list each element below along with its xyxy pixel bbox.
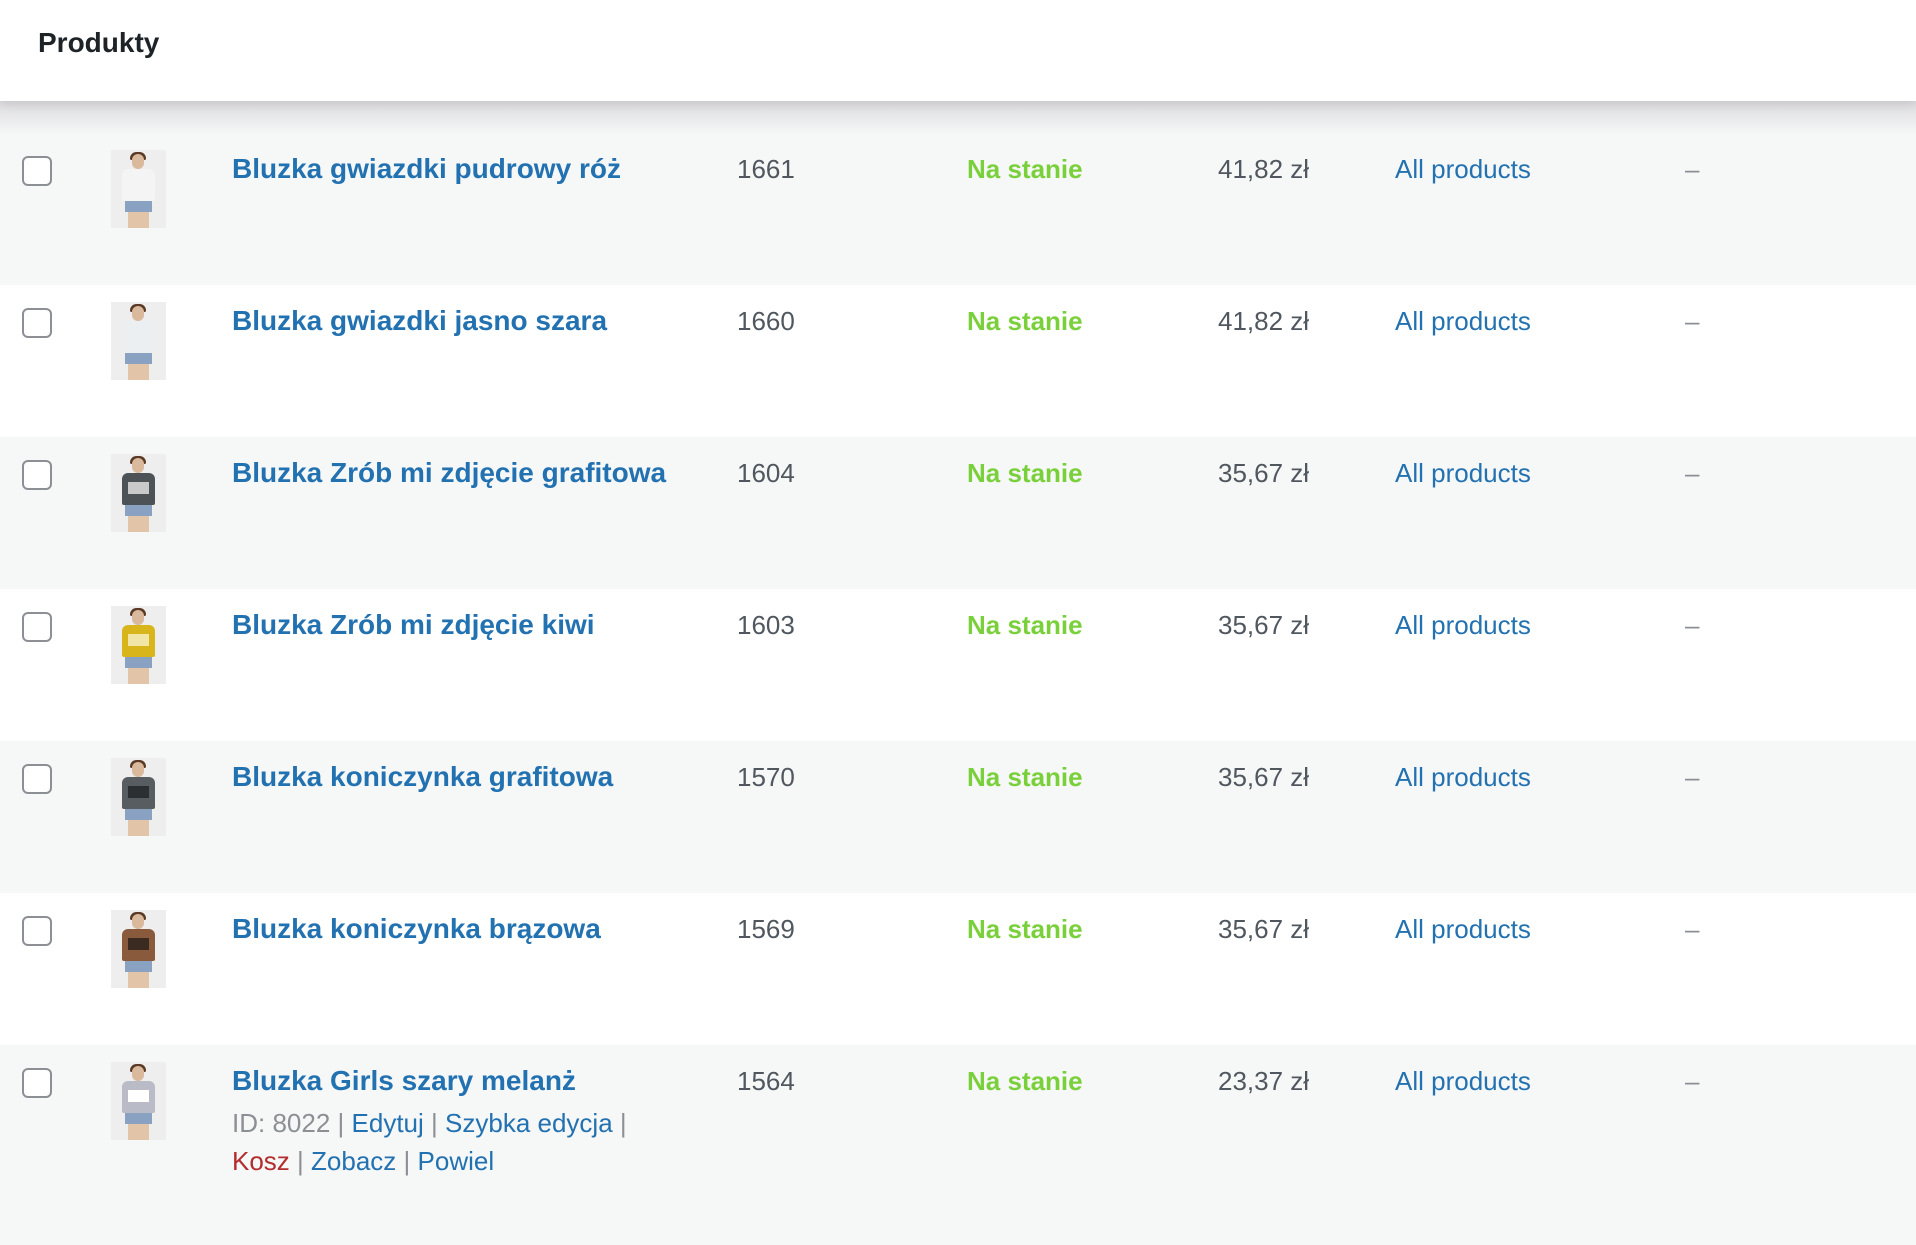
- row-checkbox[interactable]: [22, 612, 52, 642]
- action-separator: |: [337, 1108, 345, 1138]
- product-tags: –: [1685, 458, 1700, 488]
- product-tags: –: [1685, 306, 1700, 336]
- duplicate-link[interactable]: Powiel: [418, 1146, 495, 1176]
- product-tags: –: [1685, 914, 1700, 944]
- stock-status: Na stanie: [967, 762, 1083, 792]
- action-separator: |: [431, 1108, 438, 1138]
- product-name-link[interactable]: Bluzka koniczynka grafitowa: [232, 760, 613, 794]
- category-link[interactable]: All products: [1395, 304, 1531, 338]
- product-price: 35,67 zł: [1218, 610, 1310, 640]
- product-price: 41,82 zł: [1218, 306, 1310, 336]
- table-row: Bluzka Girls szary melanż ID: 8022 | Edy…: [0, 1045, 1916, 1245]
- row-checkbox[interactable]: [22, 460, 52, 490]
- category-link[interactable]: All products: [1395, 1064, 1531, 1098]
- stock-status: Na stanie: [967, 458, 1083, 488]
- stock-status: Na stanie: [967, 1066, 1083, 1096]
- product-price: 35,67 zł: [1218, 762, 1310, 792]
- page-title: Produkty: [38, 27, 160, 58]
- products-table: Bluzka gwiazdki pudrowy róż 1661 Na stan…: [0, 101, 1916, 1245]
- stock-status: Na stanie: [967, 914, 1083, 944]
- category-link[interactable]: All products: [1395, 760, 1531, 794]
- product-name-link[interactable]: Bluzka Zrób mi zdjęcie kiwi: [232, 608, 595, 642]
- product-sku: 1564: [737, 1066, 795, 1096]
- row-checkbox[interactable]: [22, 1068, 52, 1098]
- table-row: Bluzka Zrób mi zdjęcie grafitowa 1604 Na…: [0, 437, 1916, 589]
- product-thumbnail[interactable]: [111, 910, 166, 988]
- action-separator: |: [403, 1146, 411, 1176]
- product-sku: 1570: [737, 762, 795, 792]
- stock-status: Na stanie: [967, 306, 1083, 336]
- header-shadow: [0, 101, 1916, 135]
- product-thumbnail[interactable]: [111, 606, 166, 684]
- product-sku: 1660: [737, 306, 795, 336]
- product-price: 41,82 zł: [1218, 154, 1310, 184]
- product-thumbnail[interactable]: [111, 454, 166, 532]
- table-row: Bluzka koniczynka grafitowa 1570 Na stan…: [0, 741, 1916, 893]
- table-row: Bluzka Zrób mi zdjęcie kiwi 1603 Na stan…: [0, 589, 1916, 741]
- product-thumbnail[interactable]: [111, 150, 166, 228]
- product-tags: –: [1685, 154, 1700, 184]
- product-name-link[interactable]: Bluzka koniczynka brązowa: [232, 912, 601, 946]
- product-tags: –: [1685, 610, 1700, 640]
- category-link[interactable]: All products: [1395, 912, 1531, 946]
- product-thumbnail[interactable]: [111, 302, 166, 380]
- stock-status: Na stanie: [967, 610, 1083, 640]
- product-name-link[interactable]: Bluzka gwiazdki pudrowy róż: [232, 152, 621, 186]
- product-name-link[interactable]: Bluzka Zrób mi zdjęcie grafitowa: [232, 456, 666, 490]
- product-sku: 1661: [737, 154, 795, 184]
- product-tags: –: [1685, 762, 1700, 792]
- table-row: Bluzka koniczynka brązowa 1569 Na stanie…: [0, 893, 1916, 1045]
- product-price: 35,67 zł: [1218, 458, 1310, 488]
- product-id: ID: 8022: [232, 1108, 331, 1138]
- product-thumbnail[interactable]: [111, 1062, 166, 1140]
- product-sku: 1603: [737, 610, 795, 640]
- action-separator: |: [619, 1108, 627, 1138]
- stock-status: Na stanie: [967, 154, 1083, 184]
- quick-edit-link[interactable]: Szybka edycja: [445, 1108, 613, 1138]
- product-name-link[interactable]: Bluzka gwiazdki jasno szara: [232, 304, 607, 338]
- page-header: Produkty: [0, 0, 1916, 101]
- product-sku: 1569: [737, 914, 795, 944]
- category-link[interactable]: All products: [1395, 456, 1531, 490]
- row-checkbox[interactable]: [22, 916, 52, 946]
- action-separator: |: [297, 1146, 304, 1176]
- product-price: 23,37 zł: [1218, 1066, 1310, 1096]
- category-link[interactable]: All products: [1395, 608, 1531, 642]
- view-link[interactable]: Zobacz: [311, 1146, 396, 1176]
- category-link[interactable]: All products: [1395, 152, 1531, 186]
- trash-link[interactable]: Kosz: [232, 1146, 290, 1176]
- table-row: Bluzka gwiazdki jasno szara 1660 Na stan…: [0, 285, 1916, 437]
- product-price: 35,67 zł: [1218, 914, 1310, 944]
- product-tags: –: [1685, 1066, 1700, 1096]
- row-checkbox[interactable]: [22, 308, 52, 338]
- product-name-link[interactable]: Bluzka Girls szary melanż: [232, 1064, 576, 1098]
- product-thumbnail[interactable]: [111, 758, 166, 836]
- row-checkbox[interactable]: [22, 764, 52, 794]
- edit-link[interactable]: Edytuj: [352, 1108, 424, 1138]
- product-sku: 1604: [737, 458, 795, 488]
- row-checkbox[interactable]: [22, 156, 52, 186]
- row-actions: ID: 8022 | Edytuj | Szybka edycja | Kosz…: [232, 1104, 672, 1180]
